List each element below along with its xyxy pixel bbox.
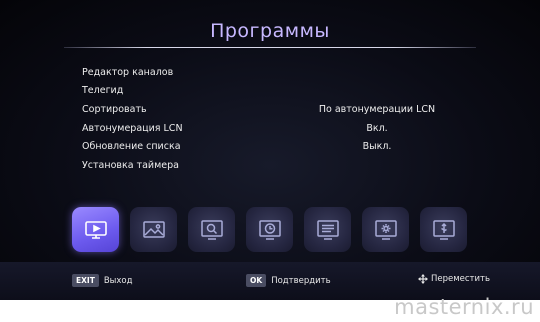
menu-item-label: Редактор каналов — [82, 66, 174, 78]
usb-icon — [432, 219, 455, 240]
menu-item-lcn[interactable]: Автонумерация LCN Вкл. — [82, 119, 472, 138]
ok-hint[interactable]: OK Подтвердить — [246, 274, 331, 287]
category-tile-time[interactable] — [246, 207, 293, 252]
move-arrows-icon — [418, 274, 428, 284]
menu-item-value: Выкл. — [362, 141, 392, 153]
move-hint: Переместить — [418, 274, 490, 284]
category-tile-picture[interactable] — [130, 207, 177, 252]
settings-icon — [374, 219, 397, 240]
exit-key: EXIT — [72, 274, 99, 287]
title-divider — [64, 47, 476, 48]
category-tile-usb[interactable] — [420, 207, 467, 252]
exit-label: Выход — [103, 275, 133, 286]
exit-hint[interactable]: EXIT Выход — [72, 274, 132, 287]
menu-item-sort[interactable]: Сортировать По автонумерации LCN — [82, 100, 472, 119]
menu-item-list-update[interactable]: Обновление списка Выкл. — [82, 137, 472, 156]
menu-item-label: Установка таймера — [82, 159, 179, 171]
picture-icon — [142, 220, 165, 238]
menu-item-channel-editor[interactable]: Редактор каналов — [82, 63, 472, 82]
ok-key: OK — [246, 274, 267, 287]
menu-item-label: Сортировать — [82, 103, 147, 115]
ok-label: Подтвердить — [271, 275, 331, 286]
search-icon — [200, 219, 223, 240]
clock-icon — [258, 219, 281, 240]
tv-icon — [84, 220, 107, 239]
list-icon — [316, 219, 339, 240]
tv-screen: Программы Редактор каналов Телегид Сорти… — [0, 0, 540, 300]
category-tile-programs[interactable] — [72, 207, 119, 252]
site-watermark: masternix.ru — [394, 295, 534, 319]
settings-menu: Редактор каналов Телегид Сортировать По … — [82, 63, 472, 175]
category-tile-search[interactable] — [188, 207, 235, 252]
category-icon-bar — [72, 207, 467, 252]
menu-item-value: По автонумерации LCN — [318, 103, 436, 115]
menu-item-value: Вкл. — [366, 122, 388, 134]
menu-item-timer[interactable]: Установка таймера — [82, 156, 472, 175]
menu-item-epg[interactable]: Телегид — [82, 82, 472, 101]
move-label: Переместить — [431, 274, 490, 284]
menu-item-label: Обновление списка — [82, 141, 181, 153]
menu-item-label: Телегид — [82, 85, 124, 97]
category-tile-settings[interactable] — [362, 207, 409, 252]
category-tile-list[interactable] — [304, 207, 351, 252]
page-title: Программы — [210, 20, 330, 42]
menu-item-label: Автонумерация LCN — [82, 122, 183, 134]
